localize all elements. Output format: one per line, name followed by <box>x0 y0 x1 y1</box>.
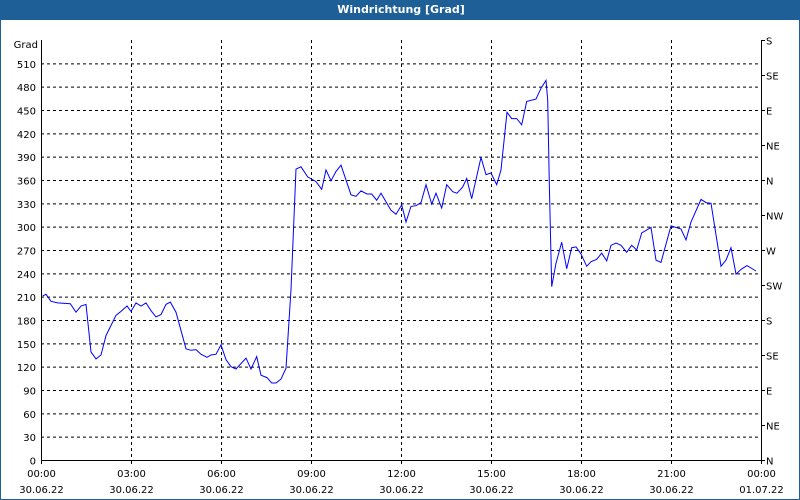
y-tick-label: 420 <box>17 130 36 141</box>
y-tick-label: 510 <box>17 60 36 71</box>
right-axis-label: W <box>766 247 776 258</box>
x-tick-date: 30.06.22 <box>109 485 154 496</box>
right-axis-label: S <box>766 317 772 328</box>
x-tick-time: 06:00 <box>207 469 236 480</box>
x-tick-time: 18:00 <box>567 469 596 480</box>
y-tick-label: 390 <box>17 153 36 164</box>
y-tick-label: 270 <box>17 247 36 258</box>
x-tick-time: 00:00 <box>747 469 776 480</box>
right-axis-label: E <box>766 387 772 398</box>
y-tick-label: 360 <box>17 177 36 188</box>
x-tick-time: 09:00 <box>297 469 326 480</box>
y-tick-label: 240 <box>17 270 36 281</box>
x-tick-time: 03:00 <box>117 469 146 480</box>
right-axis-label: E <box>766 107 772 118</box>
y-tick-label: 120 <box>17 363 36 374</box>
right-axis-label: NW <box>766 212 783 223</box>
axes <box>41 40 765 464</box>
x-tick-date: 30.06.22 <box>469 485 514 496</box>
y-tick-label: 30 <box>23 433 36 444</box>
y-axis-label: Grad <box>14 40 38 51</box>
y-tick-label: 210 <box>17 293 36 304</box>
wind-direction-chart: 0 30 60 90 120 150 180 210 240 270 300 330 360 390 420… <box>14 37 784 497</box>
wind-direction-line <box>42 78 757 384</box>
x-tick-date: 30.06.22 <box>649 485 694 496</box>
right-axis-label: S <box>766 37 772 48</box>
x-tick-time: 21:00 <box>657 469 686 480</box>
x-tick-date: 30.06.22 <box>289 485 334 496</box>
right-axis-label: NE <box>766 142 780 153</box>
y-tick-label: 90 <box>23 387 36 398</box>
x-tick-date: 30.06.22 <box>199 485 244 496</box>
x-tick-date: 01.07.22 <box>739 485 784 496</box>
tick-labels: 0 30 60 90 120 150 180 210 240 270 300 330 360 390 420… <box>17 37 784 497</box>
x-tick-time: 15:00 <box>477 469 506 480</box>
grid <box>41 40 761 460</box>
y-tick-label: 330 <box>17 200 36 211</box>
y-tick-label: 150 <box>17 340 36 351</box>
x-tick-date: 30.06.22 <box>559 485 604 496</box>
y-tick-label: 0 <box>30 457 36 468</box>
y-tick-label: 60 <box>23 410 36 421</box>
y-tick-label: 450 <box>17 107 36 118</box>
right-axis-label: SW <box>766 282 782 293</box>
right-axis-label: N <box>766 457 773 468</box>
right-axis-label: NE <box>766 422 780 433</box>
y-tick-label: 300 <box>17 223 36 234</box>
chart-window: Windrichtung [Grad] 0 30 60 90 120 150 180 210 2… <box>0 0 800 500</box>
x-tick-time: 00:00 <box>27 469 56 480</box>
x-tick-date: 30.06.22 <box>19 485 64 496</box>
right-axis-label: SE <box>766 72 779 83</box>
x-tick-time: 12:00 <box>387 469 416 480</box>
y-tick-label: 480 <box>17 83 36 94</box>
y-tick-label: 180 <box>17 317 36 328</box>
right-axis-label: N <box>766 177 773 188</box>
x-tick-date: 30.06.22 <box>379 485 424 496</box>
right-axis-label: SE <box>766 352 779 363</box>
